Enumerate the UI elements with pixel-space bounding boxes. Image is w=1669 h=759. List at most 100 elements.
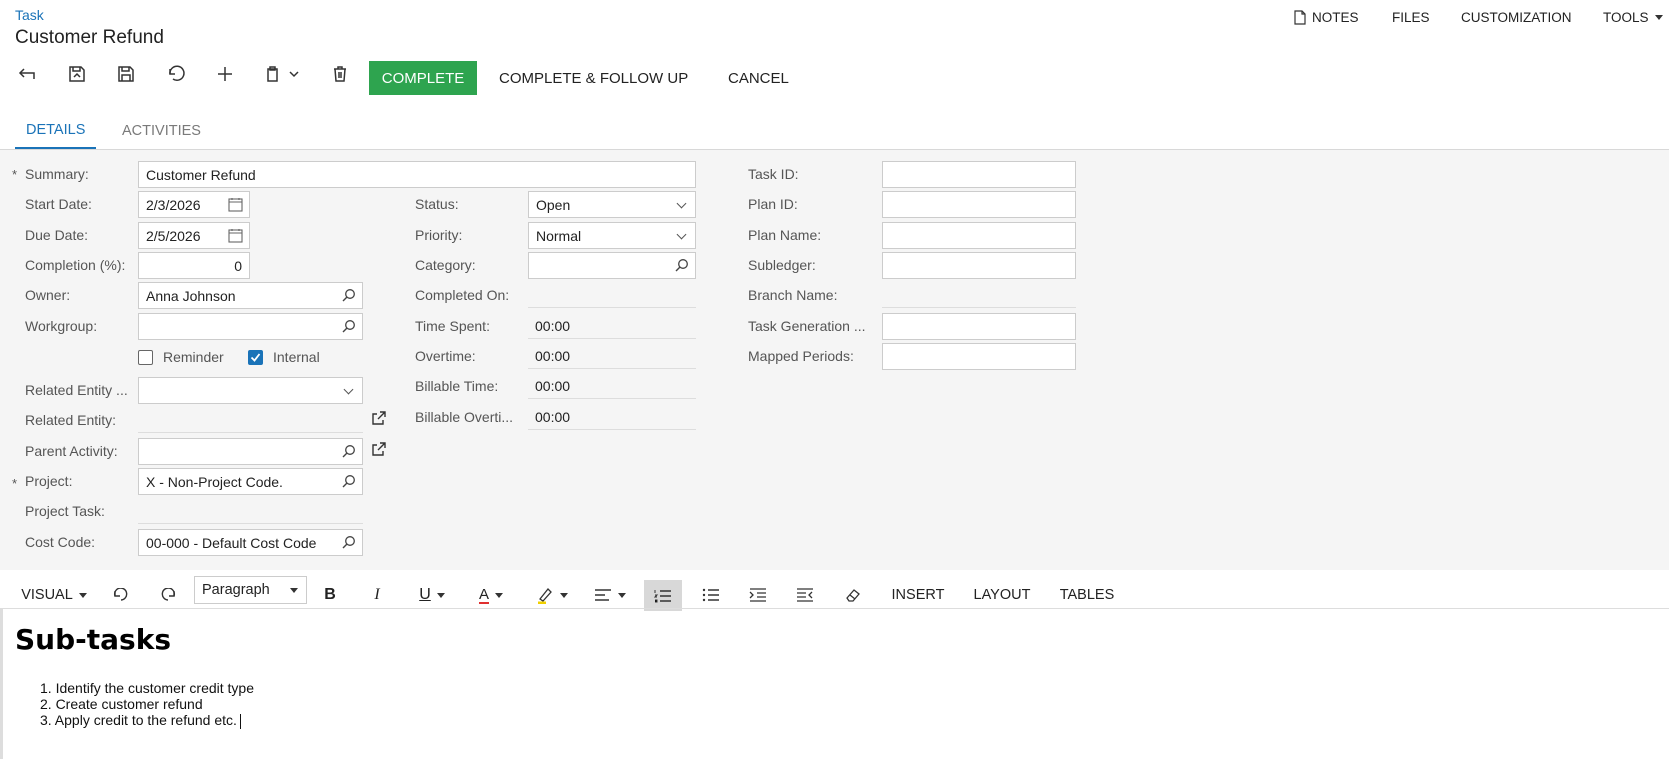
list-item: 2. Create customer refund (40, 696, 203, 712)
paragraph-style-select[interactable]: Paragraph (194, 576, 307, 604)
italic-button[interactable]: I (365, 580, 389, 610)
complete-follow-up-button[interactable]: COMPLETE & FOLLOW UP (499, 61, 688, 95)
tab-details[interactable]: DETAILS (15, 112, 97, 150)
font-color-button[interactable]: A (471, 580, 511, 610)
external-link-icon[interactable] (371, 441, 387, 457)
underline-button[interactable]: U (412, 580, 452, 610)
status-select[interactable]: Open (528, 191, 696, 218)
files-button[interactable]: FILES (1392, 10, 1430, 25)
caret-down-icon (436, 592, 445, 598)
search-icon[interactable] (674, 258, 689, 273)
cancel-button[interactable]: CANCEL (728, 61, 789, 95)
align-dropdown[interactable] (590, 580, 630, 610)
eraser-icon (846, 589, 860, 602)
project-input[interactable]: X - Non-Project Code. (138, 468, 363, 495)
align-left-icon (595, 589, 611, 601)
project-value: X - Non-Project Code. (146, 473, 283, 490)
search-icon[interactable] (341, 535, 356, 550)
priority-select[interactable]: Normal (528, 222, 696, 249)
owner-input[interactable]: Anna Johnson (138, 282, 363, 309)
list-item-text: 3. Apply credit to the refund etc. (40, 712, 237, 728)
save-icon[interactable] (112, 60, 140, 88)
status-label: Status: (415, 196, 459, 212)
summary-label: Summary: (25, 166, 89, 182)
breadcrumb[interactable]: Task (15, 7, 44, 23)
font-color-label: A (478, 585, 489, 604)
chevron-down-icon (343, 384, 354, 395)
search-icon[interactable] (341, 474, 356, 489)
internal-checkbox[interactable]: Internal (248, 349, 320, 365)
task-id-input[interactable] (882, 161, 1076, 188)
parent-activity-input[interactable] (138, 438, 363, 465)
customization-label: CUSTOMIZATION (1461, 10, 1572, 25)
billable-overtime-label: Billable Overti... (415, 409, 514, 425)
layout-menu[interactable]: LAYOUT (970, 580, 1034, 610)
back-icon[interactable] (14, 60, 42, 88)
visual-mode-dropdown[interactable]: VISUAL (16, 580, 92, 610)
project-task-value (138, 498, 363, 524)
save-close-icon[interactable] (63, 60, 91, 88)
cost-code-value: 00-000 - Default Cost Code (146, 534, 317, 551)
reminder-check-box[interactable] (138, 349, 153, 365)
task-generation-input[interactable] (882, 313, 1076, 340)
external-link-icon[interactable] (371, 410, 387, 426)
highlight-button[interactable] (530, 580, 574, 610)
customization-button[interactable]: CUSTOMIZATION (1461, 10, 1572, 25)
branch-name-value (882, 282, 1076, 308)
plan-name-input[interactable] (882, 222, 1076, 249)
notes-button[interactable]: NOTES (1294, 10, 1359, 25)
start-date-input[interactable]: 2/3/2026 (138, 191, 250, 218)
indent-button[interactable] (744, 580, 772, 610)
category-input[interactable] (528, 252, 696, 279)
billable-time-label: Billable Time: (415, 378, 499, 394)
tab-activities[interactable]: ACTIVITIES (111, 112, 212, 150)
calendar-icon[interactable] (228, 228, 243, 243)
due-date-input[interactable]: 2/5/2026 (138, 222, 250, 249)
completion-input[interactable]: 0 (138, 252, 250, 279)
clear-format-button[interactable] (839, 580, 867, 610)
mapped-periods-input[interactable] (882, 343, 1076, 370)
ordered-list-button[interactable] (644, 580, 682, 611)
underline-label: U (419, 586, 431, 603)
redo-icon[interactable] (154, 580, 182, 610)
tools-button[interactable]: TOOLS (1603, 10, 1663, 25)
subledger-input[interactable] (882, 252, 1076, 279)
unordered-list-button[interactable] (697, 580, 725, 610)
due-date-label: Due Date: (25, 227, 89, 243)
delete-icon[interactable] (326, 60, 354, 88)
tables-menu[interactable]: TABLES (1057, 580, 1117, 610)
summary-input[interactable]: Customer Refund (138, 161, 696, 188)
undo-icon[interactable] (107, 580, 135, 610)
workgroup-label: Workgroup: (25, 318, 98, 334)
parent-activity-label: Parent Activity: (25, 443, 118, 459)
chevron-down-icon (676, 198, 687, 209)
mapped-periods-label: Mapped Periods: (748, 348, 854, 364)
complete-button[interactable]: COMPLETE (369, 61, 477, 95)
status-value: Open (536, 196, 571, 213)
priority-label: Priority: (415, 227, 463, 243)
plan-id-input[interactable] (882, 191, 1076, 218)
related-entity-value (138, 407, 363, 433)
start-date-value: 2/3/2026 (146, 196, 201, 213)
workgroup-input[interactable] (138, 313, 363, 340)
calendar-icon[interactable] (228, 197, 243, 212)
highlighter-icon (538, 588, 552, 604)
related-entity-type-select[interactable] (138, 377, 363, 404)
ordered-list-icon (654, 589, 671, 602)
search-icon[interactable] (341, 444, 356, 459)
cost-code-input[interactable]: 00-000 - Default Cost Code (138, 529, 363, 556)
insert-menu[interactable]: INSERT (888, 580, 948, 610)
bold-button[interactable]: B (318, 580, 342, 610)
outdent-button[interactable] (791, 580, 819, 610)
reminder-checkbox[interactable]: Reminder (138, 349, 224, 365)
overtime-label: Overtime: (415, 348, 476, 364)
document-icon (1294, 10, 1306, 25)
search-icon[interactable] (341, 288, 356, 303)
search-icon[interactable] (341, 319, 356, 334)
add-icon[interactable] (211, 60, 239, 88)
copy-paste-icon[interactable] (261, 60, 305, 88)
internal-check-box[interactable] (248, 349, 263, 365)
completed-on-label: Completed On: (415, 287, 510, 303)
undo-icon[interactable] (162, 60, 190, 88)
editor-ordered-list: 1. Identify the customer credit type 2. … (40, 680, 254, 729)
